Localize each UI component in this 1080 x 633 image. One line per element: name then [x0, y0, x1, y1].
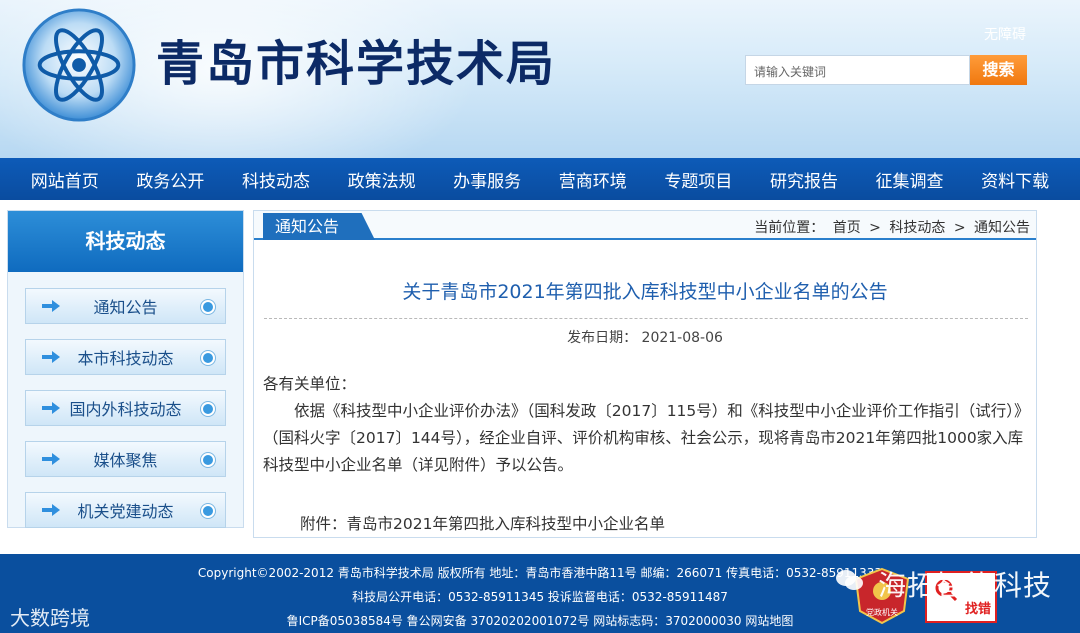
breadcrumb-sep: >	[869, 220, 881, 236]
site-header: 青岛市科学技术局 无障碍 请输入关键词 搜索	[0, 0, 1080, 158]
sidebar: 科技动态 通知公告 本市科技动态 国内外科技动态 媒体聚焦 机关党建动态	[7, 210, 244, 528]
nav-item-home[interactable]: 网站首页	[31, 167, 99, 192]
sidebar-item-notices[interactable]: 通知公告	[25, 288, 226, 324]
attachment-link[interactable]: 附件：青岛市2021年第四批入库科技型中小企业名单	[300, 512, 665, 534]
footer-registration[interactable]: 鲁ICP备05038584号 鲁公网安备 37020202001072号 网站标…	[0, 612, 1080, 629]
breadcrumb-notices[interactable]: 通知公告	[974, 220, 1030, 236]
bullet-icon	[201, 402, 215, 416]
sidebar-item-label: 媒体聚焦	[93, 451, 158, 470]
breadcrumb: 当前位置： 首页 > 科技动态 > 通知公告	[754, 217, 1034, 237]
nav-item-downloads[interactable]: 资料下载	[981, 167, 1049, 192]
tab-notices[interactable]: 通知公告	[263, 213, 375, 240]
bullet-icon	[201, 453, 215, 467]
nav-item-reports[interactable]: 研究报告	[770, 167, 838, 192]
article-panel: 通知公告 当前位置： 首页 > 科技动态 > 通知公告 关于青岛市2021年第四…	[253, 210, 1037, 538]
sidebar-item-label: 通知公告	[93, 298, 158, 317]
nav-item-tech-news[interactable]: 科技动态	[242, 167, 310, 192]
article-paragraph: 依据《科技型中小企业评价办法》（国科发政〔2017〕115号）和《科技型中小企业…	[263, 402, 1024, 474]
bullet-icon	[201, 300, 215, 314]
salutation: 各有关单位：	[263, 375, 357, 393]
wechat-icon	[836, 570, 863, 590]
main-nav: 网站首页 政务公开 科技动态 政策法规 办事服务 营商环境 专题项目 研究报告 …	[0, 158, 1080, 200]
site-title: 青岛市科学技术局	[156, 36, 557, 92]
sidebar-item-label: 本市科技动态	[77, 349, 174, 368]
nav-item-policy[interactable]: 政策法规	[348, 167, 416, 192]
search-button[interactable]: 搜索	[970, 55, 1027, 85]
sidebar-item-party[interactable]: 机关党建动态	[25, 492, 226, 528]
accessibility-link[interactable]: 无障碍	[984, 24, 1026, 44]
breadcrumb-sep: >	[953, 220, 966, 236]
breadcrumb-label: 当前位置：	[754, 220, 825, 236]
sidebar-item-local-news[interactable]: 本市科技动态	[25, 339, 226, 375]
nav-item-projects[interactable]: 专题项目	[664, 167, 732, 192]
nav-item-services[interactable]: 办事服务	[453, 167, 521, 192]
sidebar-item-label: 国内外科技动态	[69, 400, 182, 419]
publish-date: 发布日期： 2021-08-06	[567, 330, 723, 346]
nav-item-business-env[interactable]: 营商环境	[559, 167, 627, 192]
article-title: 关于青岛市2021年第四批入库科技型中小企业名单的公告	[402, 281, 888, 303]
overlay-watermark: 海拓智能科技	[878, 569, 1053, 602]
atom-logo-icon[interactable]	[20, 6, 138, 124]
panel-tabbar: 通知公告 当前位置： 首页 > 科技动态 > 通知公告	[254, 211, 1036, 240]
nav-item-survey[interactable]: 征集调查	[876, 167, 944, 192]
divider	[264, 318, 1028, 319]
bullet-icon	[201, 504, 215, 518]
sidebar-title: 科技动态	[8, 211, 243, 272]
sidebar-item-label: 机关党建动态	[77, 502, 174, 521]
sidebar-item-global-news[interactable]: 国内外科技动态	[25, 390, 226, 426]
breadcrumb-tech-news[interactable]: 科技动态	[889, 220, 945, 236]
bullet-icon	[201, 351, 215, 365]
gov-badge-label: 党政机关	[866, 607, 898, 617]
breadcrumb-home[interactable]: 首页	[833, 220, 861, 236]
article-body: 各有关单位： 依据《科技型中小企业评价办法》（国科发政〔2017〕115号）和《…	[263, 371, 1029, 479]
watermark-text: 大数跨境	[10, 606, 90, 630]
search-input[interactable]: 请输入关键词	[745, 55, 970, 85]
sidebar-item-media[interactable]: 媒体聚焦	[25, 441, 226, 477]
nav-item-gov-affairs[interactable]: 政务公开	[136, 167, 204, 192]
